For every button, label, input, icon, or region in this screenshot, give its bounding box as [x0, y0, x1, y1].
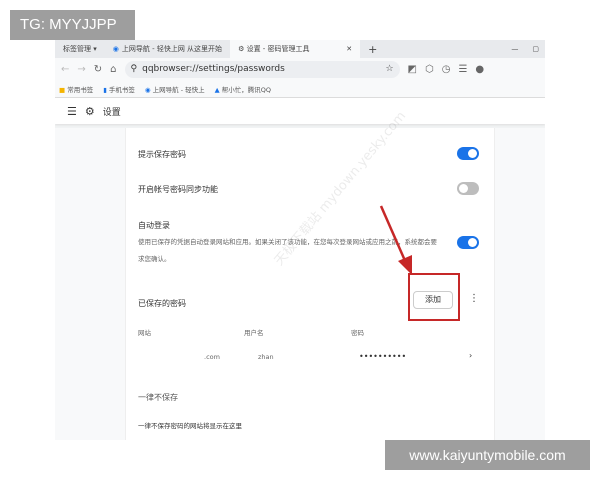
history-icon[interactable]: ◷	[442, 64, 451, 75]
gear-icon: ⚙	[238, 45, 245, 53]
bookmark-item[interactable]: ▮ 手机书签	[103, 84, 135, 94]
empty-message: 一律不保存密码的网站将显示在这里	[138, 422, 242, 430]
bookmark-label: 上网导航 - 轻快上	[152, 85, 205, 94]
bookmark-label: 常用书签	[67, 85, 94, 94]
bookmarks-bar: ■ 常用书签 ▮ 手机书签 ◉ 上网导航 - 轻快上 ▲ 帮小忙，腾讯QQ	[55, 80, 545, 98]
new-tab-icon[interactable]: +	[368, 43, 377, 56]
bookmark-label: 帮小忙，腾讯QQ	[221, 85, 271, 94]
setting-label: 提示保存密码	[138, 150, 186, 159]
password-cell: ••••••••••	[359, 352, 407, 361]
browser-window: 标签管理 ▾ ◉ 上网导航 - 轻快上网 从这里开始 ⚙ 设置 - 密码管理工具 ✕…	[55, 40, 545, 440]
bookmark-item[interactable]: ▲ 帮小忙，腾讯QQ	[215, 84, 271, 94]
bookmark-item[interactable]: ■ 常用书签	[59, 84, 93, 94]
search-icon: ⚲	[130, 64, 138, 74]
offer-save-toggle[interactable]	[457, 147, 479, 160]
tab-navigation[interactable]: ◉ 上网导航 - 轻快上网 从这里开始	[105, 40, 230, 58]
qq-icon: ◉	[112, 45, 119, 53]
setting-label: 开启帐号密码同步功能	[138, 185, 218, 194]
tab-settings[interactable]: ⚙ 设置 - 密码管理工具 ✕	[230, 40, 361, 58]
settings-content: 天极下载站 mydown.yesky.com 提示保存密码 开启帐号密码同步功能…	[55, 109, 545, 440]
sync-toggle[interactable]	[457, 182, 479, 195]
auto-signin-toggle[interactable]	[457, 236, 479, 249]
column-header: 密码	[351, 329, 364, 337]
red-arrow	[379, 205, 412, 275]
extension-icon[interactable]: ◩	[408, 64, 417, 75]
page-title: 设置	[102, 107, 121, 118]
reload-icon[interactable]: ↻	[94, 64, 102, 75]
url-text: qqbrowser://settings/passwords	[142, 64, 285, 74]
back-icon[interactable]: ←	[61, 64, 69, 75]
close-icon[interactable]: ✕	[346, 45, 352, 53]
column-header: 网站	[138, 329, 151, 337]
puzzle-icon[interactable]: ⬡	[425, 64, 434, 75]
avatar[interactable]: ●	[475, 64, 484, 75]
setting-label: 自动登录	[138, 221, 170, 230]
forward-icon[interactable]: →	[77, 64, 85, 75]
tg-overlay: TG: MYYJJPP	[10, 10, 135, 40]
tab-label: 标签管理 ▾	[63, 45, 97, 53]
bookmark-label: 手机书签	[108, 85, 135, 94]
star-icon[interactable]: ☆	[385, 64, 393, 74]
gear-icon: ⚙	[84, 104, 95, 118]
password-card: 天极下载站 mydown.yesky.com 提示保存密码 开启帐号密码同步功能…	[125, 109, 495, 440]
more-icon[interactable]: ⋮	[469, 293, 479, 304]
chevron-right-icon[interactable]: ›	[469, 351, 472, 360]
maximize-icon[interactable]: ▢	[532, 45, 539, 53]
column-header: 用户名	[244, 329, 264, 337]
tab-label: 上网导航 - 轻快上网 从这里开始	[121, 45, 223, 53]
settings-header: ☰ ⚙ 设置	[55, 98, 545, 124]
tab-bookmark-manager[interactable]: 标签管理 ▾	[55, 40, 105, 58]
section-title: 一律不保存	[138, 393, 178, 402]
tab-label: 设置 - 密码管理工具	[246, 45, 310, 53]
username-cell: zhan	[258, 353, 274, 361]
home-icon[interactable]: ⌂	[110, 64, 116, 75]
highlight-box	[408, 273, 460, 321]
site-overlay: www.kaiyuntymobile.com	[385, 440, 590, 470]
minimize-icon[interactable]: —	[511, 45, 518, 53]
site-cell: .com	[204, 353, 220, 361]
address-bar-row: ← → ↻ ⌂ ⚲ qqbrowser://settings/passwords ☆…	[55, 58, 545, 80]
section-title: 已保存的密码	[138, 299, 186, 308]
url-input[interactable]: ⚲ qqbrowser://settings/passwords ☆	[124, 60, 400, 78]
hamburger-icon[interactable]: ☰	[67, 105, 77, 118]
menu-icon[interactable]: ☰	[458, 64, 467, 75]
tab-bar: 标签管理 ▾ ◉ 上网导航 - 轻快上网 从这里开始 ⚙ 设置 - 密码管理工具 ✕…	[55, 40, 545, 58]
bookmark-item[interactable]: ◉ 上网导航 - 轻快上	[145, 84, 205, 94]
